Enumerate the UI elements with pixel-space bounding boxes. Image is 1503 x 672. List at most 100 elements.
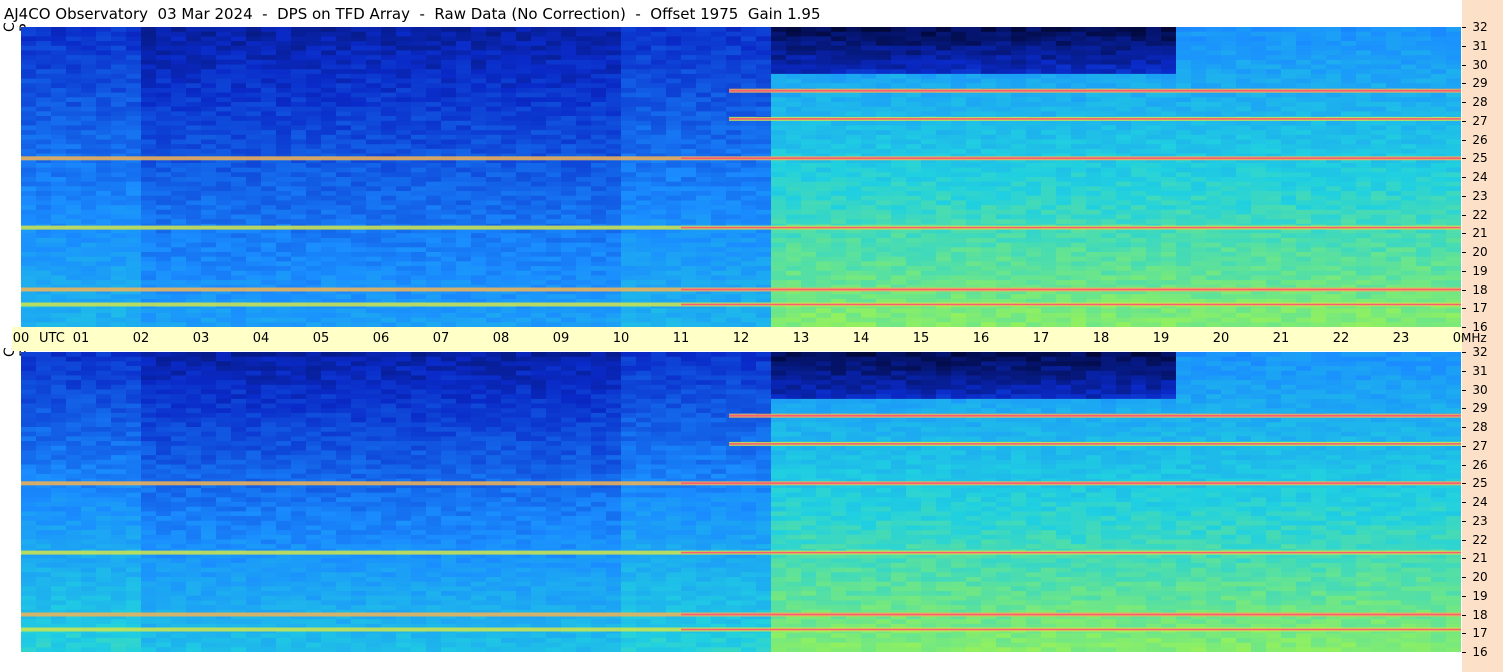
spectrogram-cell [186,97,202,103]
spectrogram-cell [1011,317,1027,323]
spectrogram-cell [396,172,412,178]
spectrogram-cell [696,144,712,150]
spectrogram-cell [321,266,337,272]
spectrogram-cell [126,69,142,75]
spectrogram-cell [471,280,487,286]
spectrogram-cell [681,69,697,75]
spectrogram-cell [201,214,217,220]
spectrogram-cell [186,317,202,323]
spectrogram-cell [996,181,1012,187]
spectrogram-cell [576,191,592,197]
spectrogram-cell [516,134,532,141]
spectrogram-cell [501,130,517,136]
spectrogram-cell [876,36,892,42]
spectrogram-cell [381,200,397,206]
spectrogram-cell [1101,36,1117,42]
spectrogram-cell [741,134,757,141]
spectrogram-cell [606,162,622,169]
spectrogram-cell [1176,294,1192,300]
spectrogram-cell [1131,139,1147,145]
spectrogram-cell [366,177,382,183]
spectrogram-cell [156,177,172,183]
spectrogram-cell [1026,181,1042,187]
spectrogram-cell [306,92,322,98]
spectrogram-cell [666,139,682,145]
spectrogram-cell [591,186,607,192]
spectrogram-cell [486,294,502,300]
spectrogram-cell [1011,252,1027,258]
spectrogram-cell [696,27,712,33]
spectrogram-cell [1101,97,1117,103]
spectrogram-cell [681,317,697,323]
spectrogram-cell [651,125,667,131]
spectrogram-cell [1101,214,1117,220]
spectrogram-cell [321,219,337,225]
spectrogram-cell [741,308,757,314]
spectrogram-cell [186,120,202,127]
spectrogram-cell [696,167,712,173]
spectrogram-cell [1026,275,1042,281]
spectrogram-cell [681,200,697,206]
spectrogram-cell [966,130,982,136]
spectrogram-cell [816,256,832,262]
spectrogram-cell [711,87,727,94]
spectrogram-cell [681,294,697,300]
spectrogram-cell [1161,41,1177,47]
spectrogram-cell [231,177,247,183]
spectrogram-cell [816,237,832,244]
spectrogram-cell [606,144,622,150]
spectrogram-cell [1101,233,1117,239]
spectrogram-cell [1146,102,1162,108]
spectrogram-cell [501,205,517,211]
spectrogram-cell [216,78,232,84]
spectrogram-cell [51,219,67,225]
spectrogram-cell [456,270,472,277]
spectrogram-cell [321,87,337,94]
spectrogram-cell [711,270,727,277]
spectrogram-cell [201,144,217,150]
spectrogram-cell [906,144,922,150]
spectrogram-cell [831,106,847,112]
spectrogram-cell [246,280,262,286]
spectrogram-cell [561,87,577,94]
spectrogram-cell [1161,312,1177,319]
spectrogram-cell [606,294,622,300]
spectrogram-cell [1041,120,1057,127]
spectrogram-cell [1116,219,1132,225]
spectrogram-cell [306,294,322,300]
spectrogram-cell [801,242,817,248]
spectrogram-cell [546,219,562,225]
spectrogram-cell [501,111,517,117]
spectrogram-cell [1041,270,1057,277]
spectrogram-cell [1056,144,1072,150]
spectrogram-cell [591,69,607,75]
spectrogram-cell [1161,270,1177,277]
spectrogram-cell [936,144,952,150]
spectrogram-cell [996,312,1012,319]
spectrogram-cell [651,247,667,253]
spectrogram-cell [741,270,757,277]
spectrogram-cell [531,125,547,131]
spectrogram-cell [891,247,907,253]
spectrogram-cell [966,177,982,183]
spectrogram-cell [291,111,307,117]
spectrogram-cell [441,36,457,42]
spectrogram-cell [1176,125,1192,131]
spectrogram-cell [1101,181,1117,187]
spectrogram-cell [21,237,37,244]
spectrogram-cell [981,125,997,131]
spectrogram-cell [1026,312,1042,319]
spectrogram-cell [1071,69,1087,75]
spectrogram-cell [756,200,772,206]
spectrogram-cell [876,256,892,262]
spectrogram-cell [1101,195,1117,202]
spectrogram-cell [186,130,202,136]
spectrogram-cell [891,50,907,56]
spectrogram-cell [966,195,982,202]
spectrogram-cell [651,36,667,42]
spectrogram-cell [591,252,607,258]
spectrogram-cell [441,125,457,131]
spectrogram-cell [591,41,607,47]
spectrogram-cell [36,195,52,202]
spectrogram-cell [1011,106,1027,112]
